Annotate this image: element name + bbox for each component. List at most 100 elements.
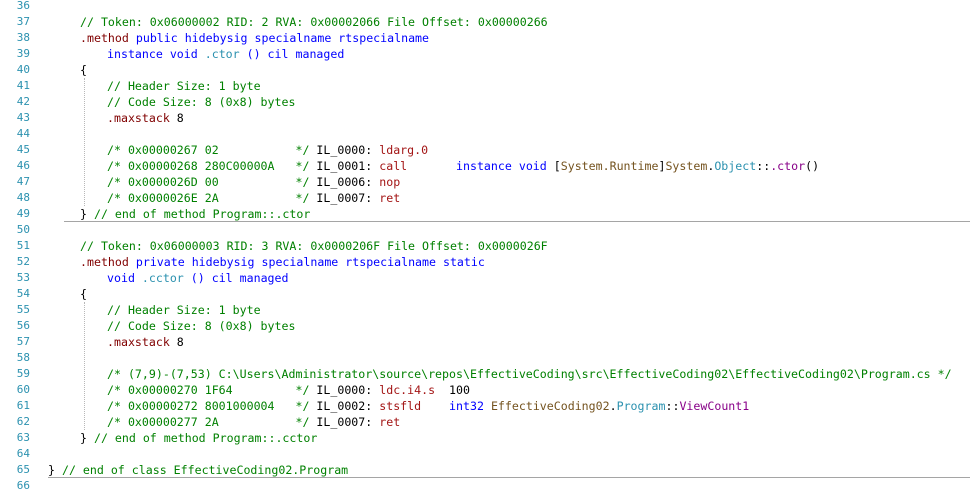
- code-line[interactable]: 58: [0, 350, 970, 366]
- code-text: // Token: 0x06000003 RID: 3 RVA: 0x00002…: [80, 238, 548, 254]
- code-text: // Code Size: 8 (0x8) bytes: [107, 318, 295, 334]
- code-line[interactable]: 44: [0, 126, 970, 142]
- code-token: // Code Size: 8 (0x8) bytes: [107, 95, 296, 109]
- code-token: call: [379, 159, 408, 173]
- code-line[interactable]: 48 /* 0x0000026E 2A */ IL_0007: ret: [0, 190, 970, 206]
- line-number: 41: [16, 79, 30, 92]
- code-token: }: [48, 463, 62, 477]
- code-token: int32: [421, 399, 491, 413]
- line-number: 45: [16, 143, 30, 156]
- code-line[interactable]: 64: [0, 446, 970, 462]
- code-token: System: [665, 159, 708, 173]
- code-line[interactable]: 63} // end of method Program::.cctor: [0, 430, 970, 446]
- code-text: .maxstack 8: [107, 334, 184, 350]
- code-line[interactable]: 53 void .cctor () cil managed: [0, 270, 970, 286]
- line-number: 64: [16, 447, 30, 460]
- code-token: .method: [80, 255, 129, 269]
- code-token: // Token: 0x06000003 RID: 3 RVA: 0x00002…: [80, 239, 548, 253]
- line-number: 40: [16, 63, 30, 76]
- code-token: /* (7,9)-(7,53) C:\Users\Administrator\s…: [107, 367, 952, 381]
- code-text: } // end of method Program::.ctor: [80, 206, 310, 222]
- code-line[interactable]: 51 // Token: 0x06000003 RID: 3 RVA: 0x000…: [0, 238, 970, 254]
- method-separator: [64, 221, 970, 222]
- code-token: () cil managed: [183, 271, 289, 285]
- code-token: () cil managed: [239, 47, 345, 61]
- code-text: void .cctor () cil managed: [107, 270, 289, 286]
- line-number: 39: [16, 47, 30, 60]
- code-token: /* 0x00000270 1F64 */: [107, 383, 317, 397]
- line-number: 48: [16, 191, 30, 204]
- code-line[interactable]: 39 instance void .ctor () cil managed: [0, 46, 970, 62]
- code-line[interactable]: 42 // Code Size: 8 (0x8) bytes: [0, 94, 970, 110]
- code-editor[interactable]: 36 37 // Token: 0x06000002 RID: 2 RVA: 0x0…: [0, 0, 970, 492]
- code-text: /* 0x0000026D 00 */ IL_0006: nop: [107, 174, 400, 190]
- code-text: } // end of method Program::.cctor: [80, 430, 317, 446]
- code-line[interactable]: 59 /* (7,9)-(7,53) C:\Users\Administrator…: [0, 366, 970, 382]
- line-number: 43: [16, 111, 30, 124]
- code-token: .method: [80, 31, 129, 45]
- code-text: /* 0x00000277 2A */ IL_0007: ret: [107, 414, 400, 430]
- code-token: .ctor: [204, 47, 240, 61]
- code-line[interactable]: 40 {: [0, 62, 970, 78]
- code-token: // end of method Program::.ctor: [93, 207, 311, 221]
- code-line[interactable]: 36: [0, 0, 970, 14]
- line-number: 38: [16, 31, 30, 44]
- code-token: ViewCount1: [679, 399, 750, 413]
- line-number: 53: [16, 271, 30, 284]
- line-number: 36: [16, 0, 30, 12]
- code-text: /* 0x00000267 02 */ IL_0000: ldarg.0: [107, 142, 428, 158]
- code-token: ret: [379, 191, 401, 205]
- code-line[interactable]: 43 .maxstack 8: [0, 110, 970, 126]
- code-line[interactable]: 37 // Token: 0x06000002 RID: 2 RVA: 0x000…: [0, 14, 970, 30]
- line-number: 54: [16, 287, 30, 300]
- code-line[interactable]: 56 // Code Size: 8 (0x8) bytes: [0, 318, 970, 334]
- line-number: 62: [16, 415, 30, 428]
- code-line[interactable]: 41 // Header Size: 1 byte: [0, 78, 970, 94]
- code-token: stsfld: [379, 399, 422, 413]
- code-text: // Header Size: 1 byte: [107, 302, 261, 318]
- code-token: IL_0006:: [316, 175, 380, 189]
- code-token: // Header Size: 1 byte: [107, 79, 261, 93]
- line-number: 55: [16, 303, 30, 316]
- code-token: void: [107, 271, 142, 285]
- code-token: // Code Size: 8 (0x8) bytes: [107, 319, 296, 333]
- line-number: 58: [16, 351, 30, 364]
- code-token: instance void: [407, 159, 554, 173]
- code-line[interactable]: 60 /* 0x00000270 1F64 */ IL_0000: ldc.i4.…: [0, 382, 970, 398]
- code-text: // Token: 0x06000002 RID: 2 RVA: 0x00002…: [80, 14, 548, 30]
- code-text: .method private hidebysig specialname rt…: [80, 254, 485, 270]
- code-line[interactable]: 38 .method public hidebysig specialname r…: [0, 30, 970, 46]
- line-number: 37: [16, 15, 30, 28]
- code-line[interactable]: 46 /* 0x00000268 280C00000A */ IL_0001: c…: [0, 158, 970, 174]
- code-line[interactable]: 52 .method private hidebysig specialname …: [0, 254, 970, 270]
- code-token: ::: [756, 159, 771, 173]
- code-line[interactable]: 61 /* 0x00000272 8001000004 */ IL_0002: s…: [0, 398, 970, 414]
- code-line[interactable]: 62 /* 0x00000277 2A */ IL_0007: ret: [0, 414, 970, 430]
- code-token: (): [805, 159, 820, 173]
- code-line[interactable]: 50: [0, 222, 970, 238]
- method-separator: [48, 477, 970, 478]
- code-text: /* 0x00000270 1F64 */ IL_0000: ldc.i4.s …: [107, 382, 470, 398]
- code-line[interactable]: 57 .maxstack 8: [0, 334, 970, 350]
- code-line[interactable]: 47 /* 0x0000026D 00 */ IL_0006: nop: [0, 174, 970, 190]
- line-number: 46: [16, 159, 30, 172]
- line-number: 49: [16, 207, 30, 220]
- indent-guide: [84, 302, 85, 430]
- code-text: {: [80, 62, 87, 78]
- code-token: Program: [616, 399, 666, 413]
- code-line[interactable]: 54 {: [0, 286, 970, 302]
- line-number: 56: [16, 319, 30, 332]
- code-line[interactable]: 65} // end of class EffectiveCoding02.Pr…: [0, 462, 970, 478]
- code-line[interactable]: 49 } // end of method Program::.ctor: [0, 206, 970, 222]
- code-token: IL_0007:: [316, 415, 380, 429]
- code-line[interactable]: 55 // Header Size: 1 byte: [0, 302, 970, 318]
- code-line[interactable]: 45 /* 0x00000267 02 */ IL_0000: ldarg.0: [0, 142, 970, 158]
- code-token: ret: [379, 415, 401, 429]
- code-token: {: [80, 63, 87, 77]
- code-token: [: [553, 159, 561, 173]
- code-text: /* 0x00000268 280C00000A */ IL_0001: cal…: [107, 158, 819, 174]
- code-token: ::: [665, 399, 680, 413]
- code-text: // Code Size: 8 (0x8) bytes: [107, 94, 295, 110]
- code-token: private hidebysig specialname rtspecialn…: [128, 255, 485, 269]
- code-line[interactable]: 66: [0, 478, 970, 494]
